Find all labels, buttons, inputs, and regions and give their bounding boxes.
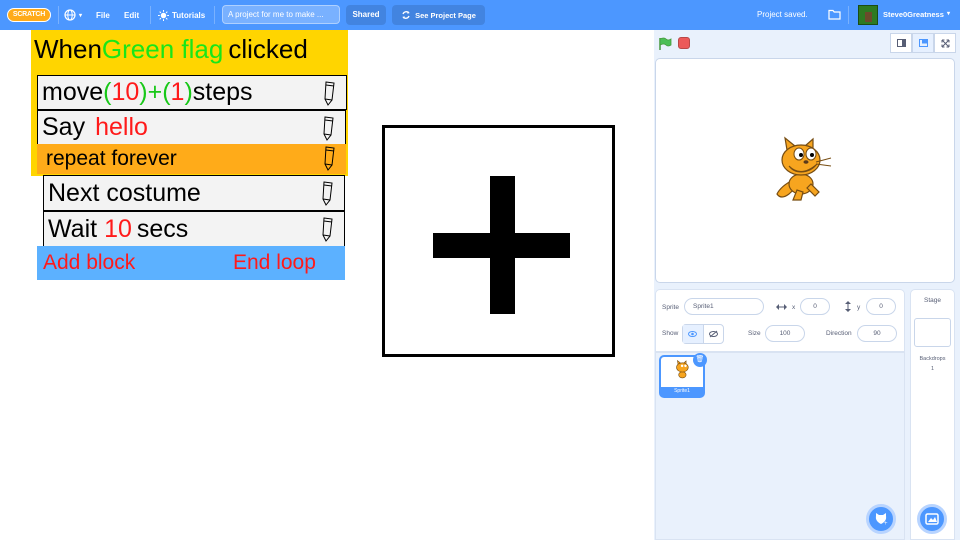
y-arrows-icon (845, 301, 851, 312)
steps-word: steps (192, 78, 253, 106)
size-input[interactable]: 100 (765, 325, 805, 342)
pencil-icon[interactable] (322, 81, 338, 107)
eye-icon (688, 331, 698, 337)
next-costume-block[interactable]: Next costume (43, 175, 345, 211)
clicked-word: clicked (228, 34, 308, 64)
move-steps-block[interactable]: move(10)+(1) steps (37, 75, 347, 110)
lightbulb-icon (158, 9, 169, 21)
edit-menu[interactable]: Edit (124, 0, 139, 30)
project-title-input[interactable]: A project for me to make ... (222, 5, 340, 24)
show-hidden-button[interactable] (704, 325, 724, 343)
x-arrows-icon (776, 304, 787, 310)
eye-slash-icon (708, 330, 718, 338)
stage-size-toggle (890, 33, 956, 53)
chevron-down-icon: ▾ (79, 12, 83, 19)
scratch-logo[interactable]: SCRATCH (7, 8, 51, 22)
small-stage-icon (896, 39, 906, 47)
say-value[interactable]: hello (95, 113, 148, 142)
move-value-2[interactable]: 1 (171, 78, 185, 107)
menu-divider (848, 6, 849, 24)
green-flag-icon[interactable] (658, 37, 672, 51)
end-loop-button[interactable]: End loop (233, 251, 316, 275)
shared-button[interactable]: Shared (346, 5, 386, 25)
y-label: y (857, 304, 861, 311)
menu-divider (58, 6, 59, 24)
next-costume-label: Next costume (48, 178, 201, 207)
menu-bar: SCRATCH ▾ File Edit Tutorials A project … (0, 0, 960, 30)
y-input[interactable]: 0 (866, 298, 896, 315)
when-word: When (34, 34, 102, 64)
chevron-down-icon[interactable]: ▾ (947, 10, 950, 17)
fullscreen-icon (941, 39, 949, 47)
paren: ( (103, 78, 112, 106)
username[interactable]: Steve0Greatness (883, 10, 944, 19)
paren: ) (184, 78, 193, 106)
sprite-label: Sprite (662, 304, 679, 311)
pencil-icon[interactable] (320, 181, 336, 207)
globe-icon (64, 9, 76, 21)
fullscreen-button[interactable] (934, 33, 956, 53)
backdrops-info: Backdrops 1 (910, 354, 955, 374)
cat-plus-icon: + (875, 513, 888, 526)
trash-icon[interactable]: 🗑 (693, 353, 707, 367)
menu-divider (214, 6, 215, 24)
loop-footer: Add block End loop (37, 246, 345, 280)
wait-value[interactable]: 10 (104, 215, 132, 244)
show-toggle (682, 324, 724, 344)
tutorials-menu[interactable]: Tutorials (158, 0, 205, 30)
hat-block-text: WhenGreen flag clicked (34, 34, 308, 65)
show-visible-button[interactable] (683, 325, 704, 343)
repeat-label: repeat forever (46, 147, 177, 170)
wait-block[interactable]: Wait 10 secs (43, 211, 345, 247)
cat-sprite-icon[interactable] (771, 136, 835, 204)
backdrops-count: 1 (930, 366, 935, 372)
add-button[interactable] (382, 125, 615, 357)
file-menu[interactable]: File (96, 0, 110, 30)
say-word: Say (42, 113, 86, 141)
green-flag-word: Green flag (101, 34, 224, 64)
backdrop-plus-icon (925, 513, 939, 525)
paren-plus: )+( (139, 78, 171, 106)
stage-title: Stage (924, 297, 941, 304)
show-label: Show (662, 330, 679, 337)
repeat-forever-block[interactable]: repeat forever (37, 144, 346, 174)
sprite-name-input[interactable]: Sprite1 (684, 298, 764, 315)
move-word: move (42, 78, 104, 106)
see-project-page-button[interactable]: See Project Page (392, 5, 485, 25)
add-backdrop-button[interactable] (917, 504, 947, 534)
backdrops-label: Backdrops (919, 356, 946, 362)
x-label: x (792, 304, 796, 311)
stop-icon[interactable] (678, 37, 690, 49)
direction-label: Direction (826, 330, 852, 337)
see-project-page-label: See Project Page (415, 10, 476, 20)
save-status: Project saved. (757, 10, 808, 19)
large-stage-button[interactable] (912, 33, 934, 53)
move-value-1[interactable]: 10 (111, 78, 139, 107)
add-block-button[interactable]: Add block (43, 251, 135, 275)
direction-input[interactable]: 90 (857, 325, 897, 342)
stage-thumbnail[interactable] (914, 318, 951, 347)
pencil-icon[interactable] (321, 116, 337, 142)
menu-divider (150, 6, 151, 24)
x-input[interactable]: 0 (800, 298, 830, 315)
large-stage-icon (918, 39, 928, 47)
add-sprite-button[interactable]: + (866, 504, 896, 534)
tutorials-label: Tutorials (172, 10, 206, 20)
sprite-thumbnail-label: Sprite1 (661, 387, 703, 396)
wait-word: Wait (48, 214, 98, 243)
secs-word: secs (136, 214, 189, 243)
avatar[interactable] (858, 5, 878, 25)
say-block[interactable]: Say hello (37, 110, 346, 145)
language-menu[interactable]: ▾ (64, 0, 82, 30)
size-label: Size (748, 330, 761, 337)
plus-icon (433, 233, 570, 258)
svg-text:+: + (884, 521, 888, 526)
small-stage-button[interactable] (890, 33, 912, 53)
cat-sprite-icon (676, 360, 689, 379)
folder-icon[interactable] (828, 9, 841, 20)
pencil-icon[interactable] (320, 217, 336, 243)
refresh-arrows-icon (402, 11, 410, 19)
pencil-icon[interactable] (322, 146, 338, 172)
